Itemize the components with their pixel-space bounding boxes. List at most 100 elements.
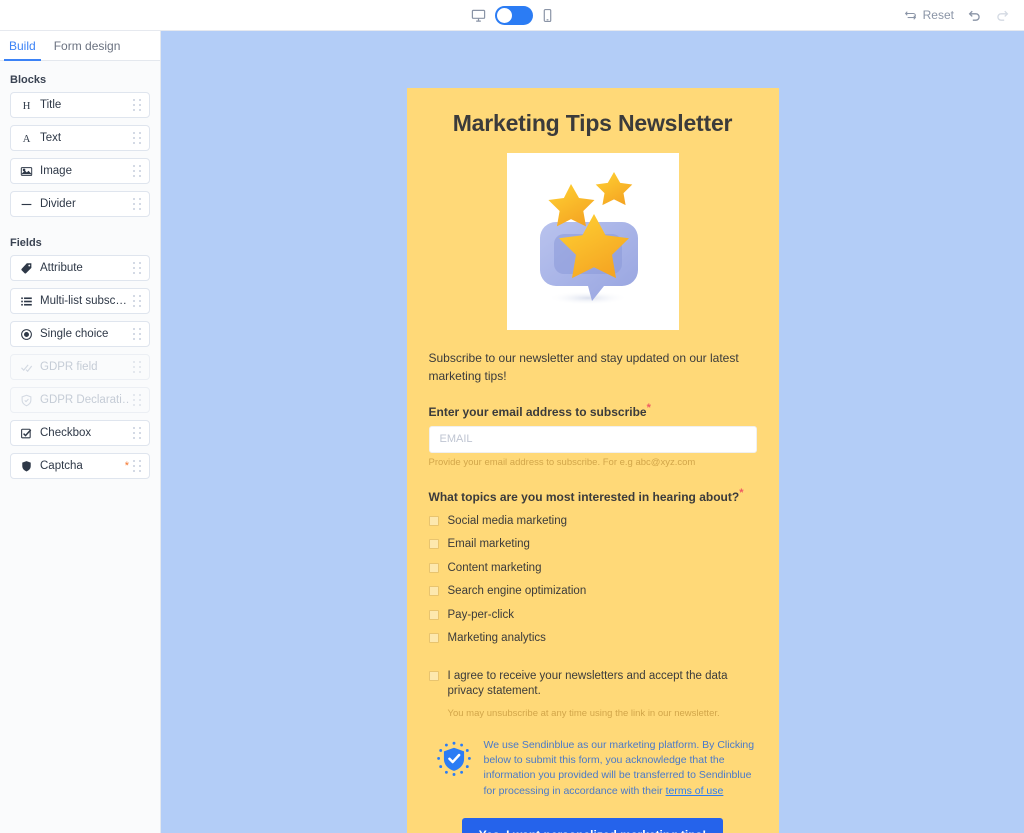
tag-icon [18,262,35,275]
palette-item-divider[interactable]: Divider [10,191,150,217]
form-preview-card: Marketing Tips Newsletter [407,88,779,833]
topics-checkbox-group: Social media marketing Email marketing C… [429,514,757,647]
body-row: Build Form design Blocks H Title A Text [0,31,1024,833]
palette-item-gdpr-field: GDPR field [10,354,150,380]
drag-handle-icon[interactable] [133,427,142,440]
device-toggle[interactable] [495,6,533,25]
drag-handle-icon[interactable] [133,460,142,473]
list-item[interactable]: Email marketing [429,537,757,553]
checkbox-label: Social media marketing [448,514,568,530]
palette-item-captcha[interactable]: Captcha * [10,453,150,479]
consent-label: I agree to receive your newsletters and … [448,669,757,700]
device-preview-switch [0,0,1024,30]
checkbox-icon[interactable] [429,563,439,573]
svg-text:A: A [23,134,31,145]
submit-button[interactable]: Yes, I want personalized marketing tips! [462,818,723,833]
drag-handle-icon[interactable] [133,262,142,275]
consent-block: I agree to receive your newsletters and … [429,669,757,719]
tab-build[interactable]: Build [0,31,45,60]
email-help-text: Provide your email address to subscribe.… [429,457,757,468]
checkbox-label: Search engine optimization [448,584,587,600]
palette-label: GDPR Declarati… [40,394,129,406]
eu-shield-check-icon [435,740,473,778]
palette-label: Single choice [40,328,129,340]
submit-row: Yes, I want personalized marketing tips! [429,818,757,833]
gdpr-check-icon [18,361,35,374]
drag-handle-icon [133,394,142,407]
palette-item-single-choice[interactable]: Single choice [10,321,150,347]
reset-label: Reset [923,8,954,22]
undo-icon[interactable] [967,8,982,23]
required-asterisk: * [647,402,651,414]
palette-item-image[interactable]: Image [10,158,150,184]
drag-handle-icon[interactable] [133,328,142,341]
email-input[interactable] [429,426,757,453]
drag-handle-icon[interactable] [133,132,142,145]
checkbox-icon[interactable] [429,610,439,620]
list-item[interactable]: Search engine optimization [429,584,757,600]
form-intro-text[interactable]: Subscribe to our newsletter and stay upd… [429,349,757,386]
toggle-knob [497,8,512,23]
consent-help-text: You may unsubscribe at any time using th… [448,708,757,719]
checkbox-label: Pay-per-click [448,608,514,624]
mobile-icon[interactable] [542,8,553,23]
required-asterisk: * [739,487,743,499]
reset-icon [904,9,917,22]
checkbox-icon[interactable] [429,516,439,526]
heading-icon: H [18,99,35,112]
palette-label: GDPR field [40,361,129,373]
palette-label: Multi-list subsc… [40,295,129,307]
list-item[interactable]: Marketing analytics [429,631,757,647]
divider-icon [18,198,35,211]
drag-handle-icon[interactable] [133,198,142,211]
palette-item-multilist-subscription[interactable]: Multi-list subsc… [10,288,150,314]
tab-form-design[interactable]: Form design [45,31,130,60]
checkbox-icon[interactable] [429,539,439,549]
reset-button[interactable]: Reset [904,8,954,22]
stars-speech-bubble-illustration [507,153,679,330]
palette-label: Captcha [40,460,122,472]
section-title-fields: Fields [0,224,160,255]
section-title-blocks: Blocks [0,61,160,92]
email-field-label: Enter your email address to subscribe* [429,402,757,419]
palette-item-attribute[interactable]: Attribute [10,255,150,281]
list-item[interactable]: Social media marketing [429,514,757,530]
terms-of-use-link[interactable]: terms of use [666,785,724,797]
palette-item-text[interactable]: A Text [10,125,150,151]
checkbox-label: Email marketing [448,537,530,553]
palette-label: Title [40,99,129,111]
list-item[interactable]: Pay-per-click [429,608,757,624]
palette-item-title[interactable]: H Title [10,92,150,118]
gdpr-shield-icon [18,394,35,407]
text-icon: A [18,132,35,145]
required-asterisk: * [125,460,129,472]
radio-icon [18,328,35,341]
drag-handle-icon [133,361,142,374]
checkbox-icon[interactable] [429,671,439,681]
form-image-block[interactable] [429,153,757,330]
app-root: Reset Build Form design [0,0,1024,833]
svg-text:H: H [23,101,31,112]
form-title[interactable]: Marketing Tips Newsletter [429,110,757,138]
topics-question-label: What topics are you most interested in h… [429,487,757,504]
list-item[interactable]: Content marketing [429,561,757,577]
checkbox-icon [18,427,35,440]
palette-label: Attribute [40,262,129,274]
checkbox-label: Marketing analytics [448,631,546,647]
checkbox-icon[interactable] [429,633,439,643]
checkbox-icon[interactable] [429,586,439,596]
drag-handle-icon[interactable] [133,165,142,178]
email-label-text: Enter your email address to subscribe [429,405,647,419]
list-icon [18,295,35,308]
form-canvas: Marketing Tips Newsletter [161,31,1024,833]
redo-icon[interactable] [995,8,1010,23]
drag-handle-icon[interactable] [133,295,142,308]
palette-item-checkbox[interactable]: Checkbox [10,420,150,446]
image-icon [18,165,35,178]
disclaimer-block: We use Sendinblue as our marketing platf… [429,738,757,799]
palette-label: Text [40,132,129,144]
palette-label: Image [40,165,129,177]
drag-handle-icon[interactable] [133,99,142,112]
desktop-icon[interactable] [471,8,486,23]
consent-row[interactable]: I agree to receive your newsletters and … [429,669,757,700]
